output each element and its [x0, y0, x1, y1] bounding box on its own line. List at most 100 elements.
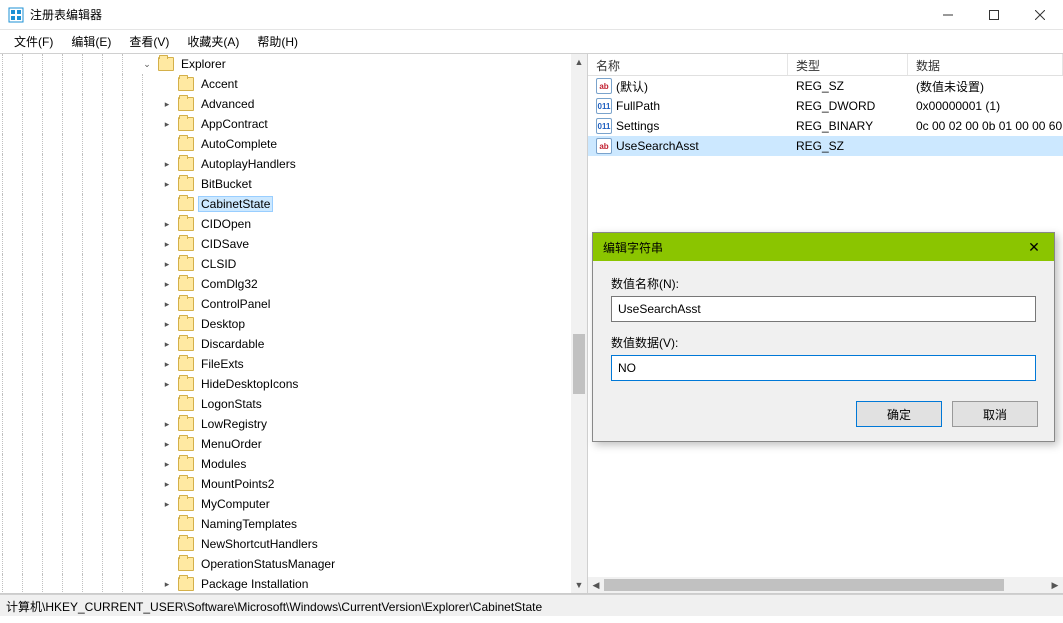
scroll-right-icon[interactable]: ▶	[1047, 577, 1063, 593]
scroll-thumb[interactable]	[604, 579, 1004, 591]
column-header-data[interactable]: 数据	[908, 54, 1063, 75]
expand-icon[interactable]: ▸	[160, 237, 174, 251]
tree-item[interactable]: Accent	[0, 74, 571, 94]
dialog-titlebar[interactable]: 编辑字符串 ✕	[593, 233, 1054, 261]
menu-file[interactable]: 文件(F)	[6, 31, 61, 52]
dialog-title: 编辑字符串	[603, 239, 1024, 256]
folder-icon	[178, 437, 194, 451]
dialog-close-button[interactable]: ✕	[1024, 239, 1044, 256]
collapse-icon[interactable]: ⌄	[140, 57, 154, 71]
cancel-button[interactable]: 取消	[952, 401, 1038, 427]
tree-item[interactable]: ▸Desktop	[0, 314, 571, 334]
tree-item[interactable]: ▸FileExts	[0, 354, 571, 374]
menu-edit[interactable]: 编辑(E)	[63, 31, 119, 52]
folder-icon	[178, 257, 194, 271]
tree-item[interactable]: ▸Discardable	[0, 334, 571, 354]
tree-item-label: OperationStatusManager	[198, 556, 338, 572]
list-horizontal-scrollbar[interactable]: ◀ ▶	[588, 577, 1063, 593]
window-titlebar: 注册表编辑器	[0, 0, 1063, 30]
tree-item[interactable]: ▸ CIDOpen	[0, 214, 571, 234]
column-header-name[interactable]: 名称	[588, 54, 788, 75]
scroll-left-icon[interactable]: ◀	[588, 577, 604, 593]
close-button[interactable]	[1017, 0, 1063, 30]
value-data-input[interactable]	[611, 355, 1036, 381]
tree-item[interactable]: ▸ AppContract	[0, 114, 571, 134]
tree-item-label: Advanced	[198, 96, 257, 112]
tree-item[interactable]: NewShortcutHandlers	[0, 534, 571, 554]
minimize-button[interactable]	[925, 0, 971, 30]
tree-pane: ⌄ Explorer Accent ▸ Advanced ▸ AppContract Auto…	[0, 54, 588, 593]
expand-icon[interactable]: ▸	[160, 317, 174, 331]
scroll-thumb[interactable]	[573, 334, 585, 394]
folder-icon	[178, 157, 194, 171]
tree-item-label: Modules	[198, 456, 249, 472]
list-row[interactable]: 011FullPathREG_DWORD0x00000001 (1)	[588, 96, 1063, 116]
expand-icon[interactable]: ▸	[160, 177, 174, 191]
list-header: 名称 类型 数据	[588, 54, 1063, 76]
tree-item[interactable]: ▸AutoplayHandlers	[0, 154, 571, 174]
menu-help[interactable]: 帮助(H)	[249, 31, 306, 52]
tree-item-label: NewShortcutHandlers	[198, 536, 321, 552]
tree-item[interactable]: NamingTemplates	[0, 514, 571, 534]
tree-item-label: NamingTemplates	[198, 516, 300, 532]
tree-item[interactable]: ▸ Modules	[0, 454, 571, 474]
tree-item[interactable]: ▸MyComputer	[0, 494, 571, 514]
tree-item[interactable]: CabinetState	[0, 194, 571, 214]
list-row[interactable]: abUseSearchAsstREG_SZ	[588, 136, 1063, 156]
tree-item[interactable]: AutoComplete	[0, 134, 571, 154]
folder-icon	[178, 137, 194, 151]
column-header-type[interactable]: 类型	[788, 54, 908, 75]
tree-item-label: CIDOpen	[198, 216, 254, 232]
tree-item[interactable]: ▸ControlPanel	[0, 294, 571, 314]
value-type: REG_BINARY	[788, 119, 908, 133]
value-data: 0c 00 02 00 0b 01 00 00 60	[908, 119, 1063, 133]
tree-item[interactable]: ▸CLSID	[0, 254, 571, 274]
expand-icon[interactable]: ▸	[160, 497, 174, 511]
tree-item-label: AppContract	[198, 116, 271, 132]
expand-icon[interactable]: ▸	[160, 277, 174, 291]
tree-item[interactable]: OperationStatusManager	[0, 554, 571, 574]
tree-vertical-scrollbar[interactable]: ▲ ▼	[571, 54, 587, 593]
ok-button[interactable]: 确定	[856, 401, 942, 427]
expand-icon[interactable]: ▸	[160, 377, 174, 391]
expand-icon[interactable]: ▸	[160, 97, 174, 111]
tree-item[interactable]: ▸MountPoints2	[0, 474, 571, 494]
tree-item[interactable]: ▸CIDSave	[0, 234, 571, 254]
tree-item[interactable]: ▸BitBucket	[0, 174, 571, 194]
folder-icon	[178, 557, 194, 571]
edit-string-dialog: 编辑字符串 ✕ 数值名称(N): 数值数据(V): 确定 取消	[592, 232, 1055, 442]
expand-icon[interactable]: ▸	[160, 477, 174, 491]
scroll-down-icon[interactable]: ▼	[571, 577, 587, 593]
expand-icon[interactable]: ▸	[160, 417, 174, 431]
folder-icon	[178, 117, 194, 131]
maximize-button[interactable]	[971, 0, 1017, 30]
tree-item[interactable]: ▸LowRegistry	[0, 414, 571, 434]
tree-item[interactable]: ▸Package Installation	[0, 574, 571, 593]
expand-icon[interactable]: ▸	[160, 117, 174, 131]
tree-item-label: Explorer	[178, 56, 229, 72]
string-value-icon: ab	[596, 138, 612, 154]
list-row[interactable]: 011SettingsREG_BINARY0c 00 02 00 0b 01 0…	[588, 116, 1063, 136]
expand-icon[interactable]: ▸	[160, 217, 174, 231]
expand-icon[interactable]: ▸	[160, 257, 174, 271]
menu-favorites[interactable]: 收藏夹(A)	[179, 31, 247, 52]
value-name-input[interactable]	[611, 296, 1036, 322]
tree-item[interactable]: ▸ComDlg32	[0, 274, 571, 294]
folder-icon	[178, 77, 194, 91]
tree-item[interactable]: ▸ Advanced	[0, 94, 571, 114]
tree-item[interactable]: ⌄ Explorer	[0, 54, 571, 74]
tree-item[interactable]: ▸HideDesktopIcons	[0, 374, 571, 394]
folder-icon	[178, 377, 194, 391]
expand-icon[interactable]: ▸	[160, 357, 174, 371]
expand-icon[interactable]: ▸	[160, 457, 174, 471]
expand-icon[interactable]: ▸	[160, 437, 174, 451]
expand-icon[interactable]: ▸	[160, 577, 174, 591]
expand-icon[interactable]: ▸	[160, 337, 174, 351]
expand-icon[interactable]: ▸	[160, 157, 174, 171]
tree-item[interactable]: LogonStats	[0, 394, 571, 414]
expand-icon[interactable]: ▸	[160, 297, 174, 311]
scroll-up-icon[interactable]: ▲	[571, 54, 587, 70]
tree-item[interactable]: ▸MenuOrder	[0, 434, 571, 454]
menu-view[interactable]: 查看(V)	[121, 31, 177, 52]
list-row[interactable]: ab(默认)REG_SZ(数值未设置)	[588, 76, 1063, 96]
